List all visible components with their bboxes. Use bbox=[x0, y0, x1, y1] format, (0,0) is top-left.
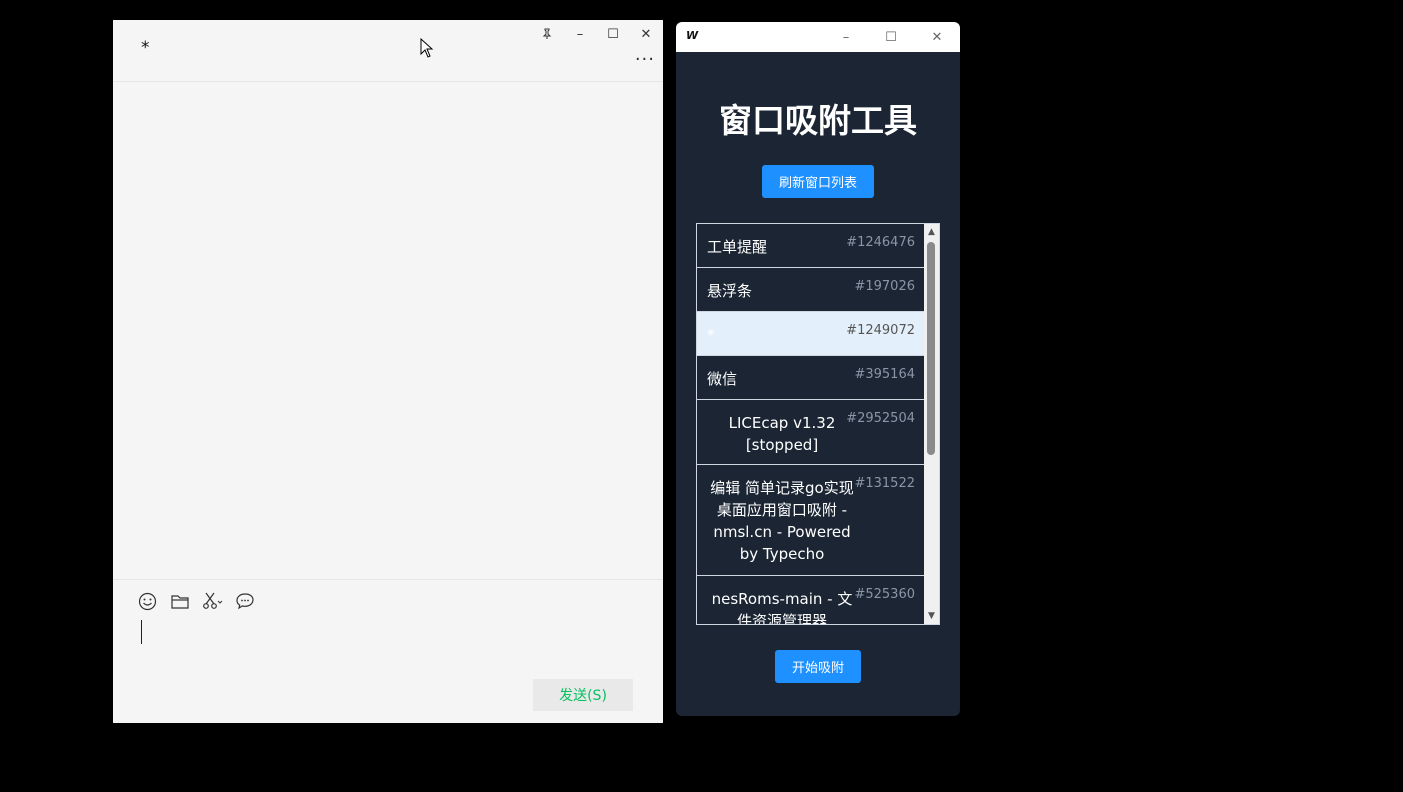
window-title: 悬浮条 bbox=[707, 282, 753, 300]
window-id: #2952504 bbox=[846, 411, 915, 426]
close-button[interactable]: ✕ bbox=[926, 26, 948, 48]
refresh-window-list-button[interactable]: 刷新窗口列表 bbox=[762, 165, 874, 198]
chat-bubble-icon[interactable] bbox=[234, 590, 256, 612]
list-item[interactable]: LICEcap v1.32 [stopped] #2952504 bbox=[697, 400, 924, 465]
chat-window: * – ☐ ✕ ··· 发送(S) bbox=[113, 20, 663, 723]
scroll-thumb[interactable] bbox=[927, 242, 935, 455]
window-title: * bbox=[707, 326, 715, 344]
list-scrollbar[interactable]: ▲ ▼ bbox=[924, 224, 939, 624]
chat-title: * bbox=[141, 38, 150, 58]
list-item[interactable]: 工单提醒 #1246476 bbox=[697, 224, 924, 268]
send-button[interactable]: 发送(S) bbox=[533, 679, 633, 711]
window-title: 微信 bbox=[707, 370, 738, 388]
close-button[interactable]: ✕ bbox=[635, 24, 657, 44]
tool-window: W – ☐ ✕ 窗口吸附工具 刷新窗口列表 工单提醒 #1246476 悬浮条 … bbox=[676, 22, 960, 716]
window-id: #131522 bbox=[854, 476, 915, 491]
maximize-button[interactable]: ☐ bbox=[880, 26, 902, 48]
chat-input-toolbar bbox=[113, 579, 663, 620]
tool-titlebar: W – ☐ ✕ bbox=[676, 22, 960, 52]
pin-icon[interactable] bbox=[536, 24, 558, 44]
window-title: 编辑 简单记录go实现桌面应用窗口吸附 - nmsl.cn - Powered … bbox=[710, 479, 854, 563]
chat-header: * – ☐ ✕ ··· bbox=[113, 20, 663, 82]
window-title: 工单提醒 bbox=[707, 238, 768, 256]
window-id: #395164 bbox=[854, 367, 915, 382]
list-item-selected[interactable]: * #1249072 bbox=[697, 312, 924, 356]
list-item[interactable]: nesRoms-main - 文件资源管理器 #525360 bbox=[697, 576, 924, 625]
start-attach-button[interactable]: 开始吸附 bbox=[775, 650, 861, 683]
scroll-down-arrow-icon[interactable]: ▼ bbox=[924, 609, 939, 623]
mouse-cursor-icon bbox=[420, 37, 434, 62]
list-item[interactable]: 微信 #395164 bbox=[697, 356, 924, 400]
window-id: #1249072 bbox=[846, 323, 915, 338]
app-logo: W bbox=[686, 29, 699, 42]
window-title: LICEcap v1.32 [stopped] bbox=[728, 414, 836, 454]
scissors-icon[interactable] bbox=[202, 590, 224, 612]
minimize-button[interactable]: – bbox=[569, 24, 591, 44]
tool-heading: 窗口吸附工具 bbox=[719, 101, 917, 140]
folder-icon[interactable] bbox=[169, 590, 191, 612]
text-input-caret[interactable] bbox=[141, 620, 142, 644]
window-list[interactable]: 工单提醒 #1246476 悬浮条 #197026 * #1249072 微信 … bbox=[696, 223, 940, 625]
list-item[interactable]: 编辑 简单记录go实现桌面应用窗口吸附 - nmsl.cn - Powered … bbox=[697, 465, 924, 576]
window-id: #1246476 bbox=[846, 235, 915, 250]
emoji-icon[interactable] bbox=[136, 590, 158, 612]
list-item[interactable]: 悬浮条 #197026 bbox=[697, 268, 924, 312]
window-id: #525360 bbox=[854, 587, 915, 602]
maximize-button[interactable]: ☐ bbox=[602, 24, 624, 44]
scroll-up-arrow-icon[interactable]: ▲ bbox=[924, 225, 939, 239]
window-title: nesRoms-main - 文件资源管理器 bbox=[711, 590, 853, 625]
more-options-icon[interactable]: ··· bbox=[635, 49, 655, 70]
minimize-button[interactable]: – bbox=[835, 26, 857, 48]
window-id: #197026 bbox=[854, 279, 915, 294]
